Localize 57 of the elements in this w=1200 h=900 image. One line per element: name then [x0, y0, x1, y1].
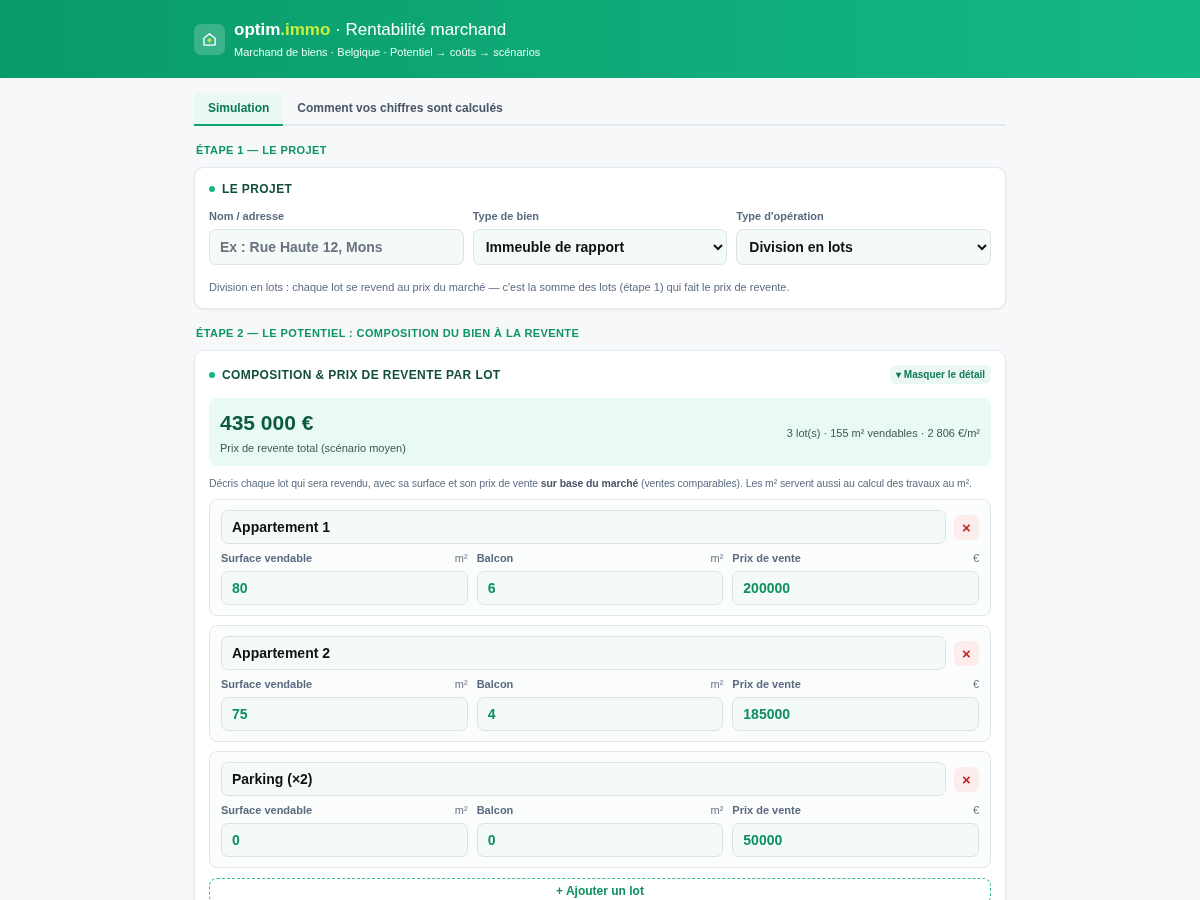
delete-button[interactable]: ×: [954, 640, 979, 666]
bullet-icon: [209, 371, 215, 378]
input-field[interactable]: 0: [476, 823, 724, 857]
delete-button[interactable]: ×: [954, 766, 979, 792]
hide-detail-button[interactable]: ▾ Masquer le détail: [890, 365, 991, 384]
tab[interactable]: Simulation: [194, 93, 284, 126]
lot-name-field[interactable]: Appartement 2: [221, 636, 946, 670]
step-heading: ÉTAPE 2 — LE POTENTIEL : COMPOSITION DU BIEN À LA REVENTE: [196, 327, 581, 339]
unit-label: m²: [710, 552, 724, 564]
field-label: Balcon: [476, 804, 514, 816]
unit-label: €: [972, 552, 979, 564]
bullet-icon: [209, 186, 215, 192]
summary-text: 3 lot(s) · 155 m² vendables · 2 806 €/m²: [786, 426, 980, 439]
lot-name-field[interactable]: Parking (×2): [221, 762, 946, 796]
intro-text: Décris chaque lot qui sera revendu, avec sa surface et son prix de vente sur base du marché (ventes comparables). Les m² servent aussi au calcul des travaux au m².: [209, 477, 973, 489]
field-label: Type de bien: [472, 210, 541, 222]
card-title: COMPOSITION & PRIX DE REVENTE PAR LOT: [222, 367, 501, 382]
field-label: Surface vendable: [221, 678, 313, 690]
tab[interactable]: Comment vos chiffres sont calculés: [283, 93, 517, 126]
unit-label: m²: [454, 678, 468, 690]
input-field[interactable]: 80: [221, 571, 468, 605]
field-label: Nom / adresse: [209, 210, 286, 222]
input-field[interactable]: Ex : Rue Haute 12, Mons: [209, 229, 464, 265]
field-label: Balcon: [476, 678, 514, 690]
app-title: optim.immo · Rentabilité marchand: [234, 20, 508, 40]
select-field[interactable]: Division en lots: [736, 229, 991, 265]
house-icon: [194, 23, 225, 55]
field-label: Prix de vente: [732, 804, 801, 816]
field-label: Balcon: [476, 552, 514, 564]
field-label: Prix de vente: [732, 678, 801, 690]
input-field[interactable]: 50000: [732, 823, 979, 857]
field-label: Surface vendable: [221, 552, 313, 564]
input-field[interactable]: 200000: [732, 571, 979, 605]
unit-label: m²: [454, 552, 468, 564]
lot-name-field[interactable]: Appartement 1: [221, 510, 946, 544]
field-label: Type d'opération: [736, 210, 825, 222]
step-heading: ÉTAPE 1 — LE PROJET: [196, 144, 328, 156]
field-label: Prix de vente: [732, 552, 801, 564]
total-label: Prix de revente total (scénario moyen): [220, 442, 406, 454]
unit-label: €: [972, 804, 979, 816]
unit-label: m²: [710, 804, 724, 816]
total-price: 435 000 €: [220, 411, 315, 435]
app-subtitle: Marchand de biens · Belgique · Potentiel → coûts → scénarios: [234, 46, 541, 58]
input-field[interactable]: 75: [221, 697, 468, 731]
select-field[interactable]: Immeuble de rapport: [472, 229, 728, 265]
input-field[interactable]: 6: [476, 571, 724, 605]
input-field[interactable]: 4: [476, 697, 724, 731]
input-field[interactable]: 0: [221, 823, 468, 857]
unit-label: m²: [710, 678, 724, 690]
input-field[interactable]: 185000: [732, 697, 979, 731]
add-lot-button[interactable]: + Ajouter un lot: [209, 878, 991, 900]
unit-label: m²: [454, 804, 468, 816]
field-label: Surface vendable: [221, 804, 313, 816]
card-title: LE PROJET: [222, 182, 293, 196]
unit-label: €: [972, 678, 979, 690]
note-text: Division en lots : chaque lot se revend au prix du marché — c'est la somme des lots (étape 1) qui fait le prix de revente.: [209, 281, 791, 293]
delete-button[interactable]: ×: [954, 514, 979, 540]
